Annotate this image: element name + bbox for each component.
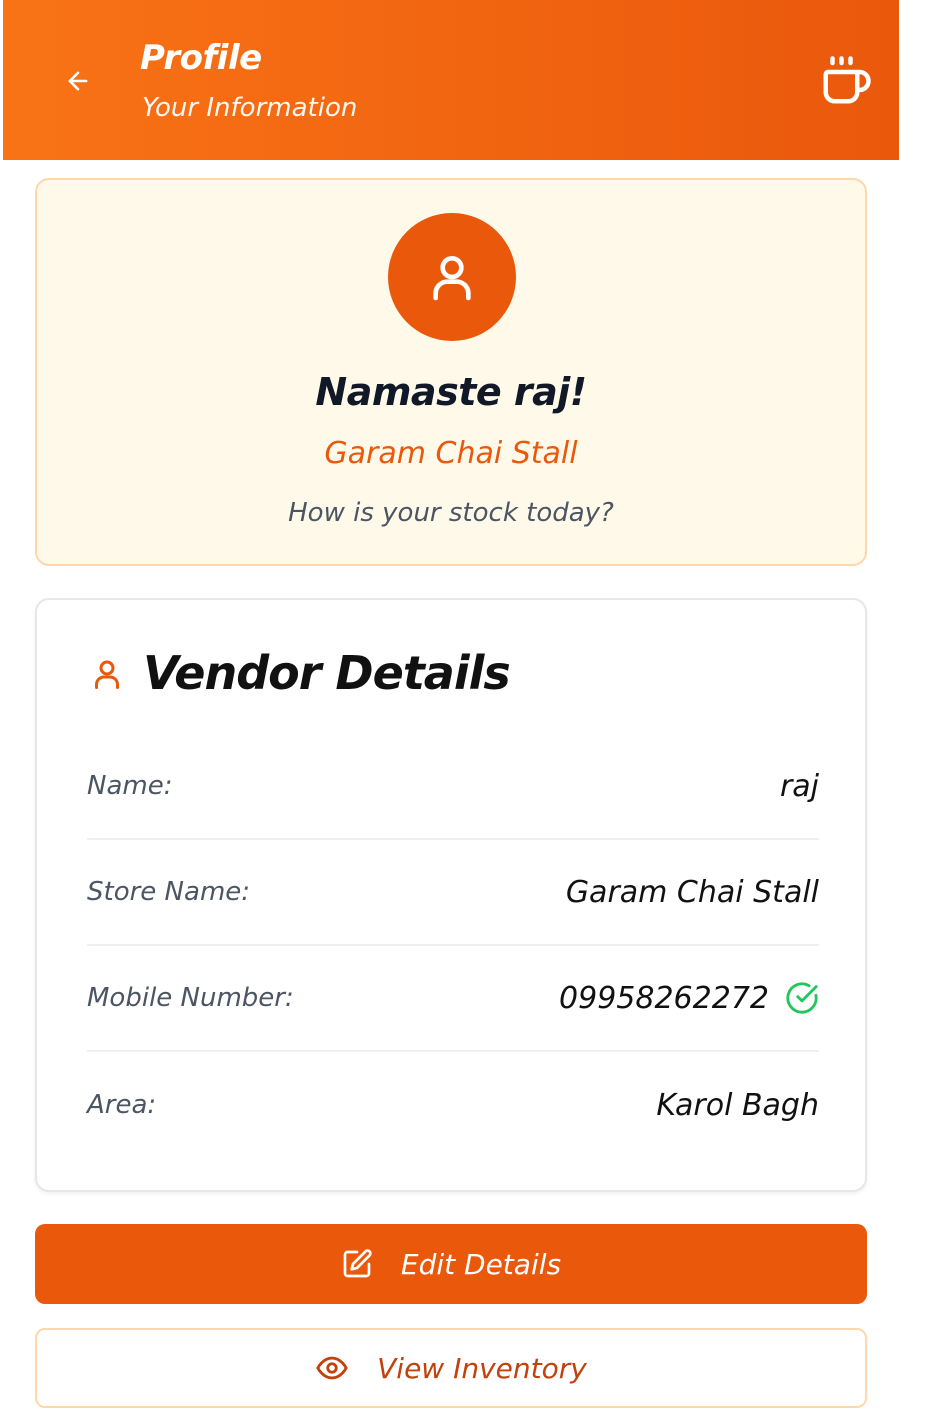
detail-row-store-name: Store Name: Garam Chai Stall [87,840,819,946]
eye-icon [316,1356,348,1380]
area-value: Karol Bagh [656,1087,819,1123]
user-icon [95,660,119,689]
detail-row-area: Area: Karol Bagh [87,1052,819,1158]
coffee-cup-icon [823,56,871,104]
detail-value: 09958262272 [559,981,819,1016]
user-icon [433,256,471,301]
detail-row-mobile: Mobile Number: 09958262272 [87,946,819,1052]
vendor-details-card: Vendor Details Name: raj Store Name: Gar… [35,598,867,1192]
detail-label: Mobile Number: [87,983,294,1013]
edit-details-button[interactable]: Edit Details [35,1224,867,1304]
greeting-store-name: Garam Chai Stall [324,436,578,471]
mobile-number-value: 09958262272 [559,980,769,1016]
check-circle-icon [786,982,818,1014]
edit-details-label: Edit Details [400,1247,562,1281]
edit-icon [343,1249,372,1278]
detail-value: Karol Bagh [656,1088,819,1123]
greeting-question: How is your stock today? [288,498,614,528]
greeting-card: Namaste raj! Garam Chai Stall How is you… [35,178,867,566]
store-name-value: Garam Chai Stall [565,874,819,910]
avatar [388,213,516,341]
greeting-title: Namaste raj! [315,370,587,414]
detail-label: Store Name: [87,877,251,907]
app-header: Profile Your Information [3,0,899,160]
vendor-details-title: Vendor Details [143,646,511,700]
detail-label: Name: [87,771,173,801]
page-subtitle: Your Information [142,93,358,123]
detail-value: Garam Chai Stall [566,875,819,910]
view-inventory-button[interactable]: View Inventory [35,1328,867,1408]
name-value: raj [779,768,819,804]
view-inventory-label: View Inventory [377,1351,587,1385]
page-title: Profile [140,38,262,78]
back-button[interactable] [59,62,97,100]
detail-value: raj [780,769,819,804]
detail-row-name: Name: raj [87,734,819,840]
arrow-left-icon [68,71,88,91]
detail-label: Area: [87,1090,157,1120]
